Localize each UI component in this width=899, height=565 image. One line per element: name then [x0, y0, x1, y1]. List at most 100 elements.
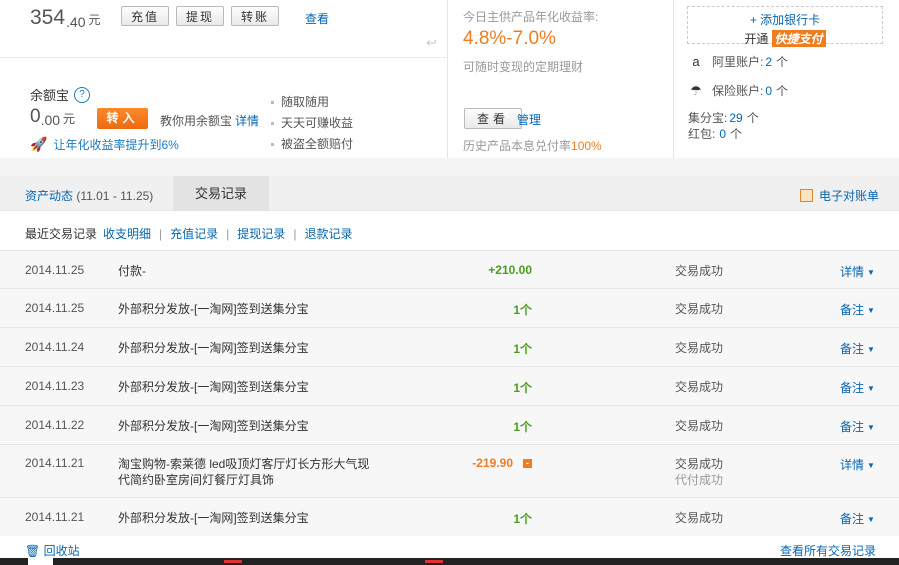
yeb-balance: 0 .00 元: [30, 106, 75, 128]
divider: [0, 57, 447, 58]
row-amount-value: 1个: [513, 512, 532, 526]
yeb-balance-dec: .00: [40, 112, 61, 128]
add-bank-card[interactable]: + 添加银行卡 开通 快捷支付: [687, 6, 883, 47]
row-date: 2014.11.25: [25, 301, 85, 315]
caret-down-icon: ▼: [867, 515, 875, 524]
row-action[interactable]: 备注 ▼: [840, 510, 875, 527]
alipay-unit: 个: [776, 55, 789, 69]
row-status-text: 交易成功: [675, 341, 724, 355]
records-section: 最近交易记录 收支明细 | 充值记录 | 提现记录 | 退款记录 2014.11…: [0, 211, 899, 565]
open-text: 开通: [744, 32, 769, 46]
table-row: 2014.11.24 外部积分发放-[一淘网]签到送集分宝 1个 交易成功 备注 ▼: [0, 327, 899, 366]
row-date: 2014.11.22: [25, 418, 85, 432]
tab-asset-trend-link[interactable]: 资产动态: [25, 189, 73, 203]
tab-asset-trend[interactable]: 资产动态 (11.01 - 11.25): [25, 187, 153, 204]
table-row: 2014.11.25 外部积分发放-[一淘网]签到送集分宝 1个 交易成功 备注 ▼: [0, 288, 899, 327]
alipay-count[interactable]: 2: [765, 55, 772, 69]
insurance-count[interactable]: 0: [765, 84, 772, 98]
row-status: 交易成功 代付成功: [675, 456, 723, 488]
insurance-unit: 个: [776, 84, 789, 98]
ali-icon: a: [692, 54, 700, 69]
jifenbao-count[interactable]: 29: [729, 111, 742, 125]
history-rate-value: 100%: [571, 139, 602, 153]
yeb-detail-link[interactable]: 详情: [235, 114, 259, 128]
subnav-income-expense[interactable]: 收支明细: [103, 225, 151, 242]
yeb-title-text: 余额宝: [30, 88, 70, 103]
caret-down-icon: ▼: [867, 268, 875, 277]
row-status: 交易成功: [675, 418, 723, 434]
yeb-balance-unit: 元: [63, 112, 76, 126]
subnav-refund[interactable]: 退款记录: [304, 225, 352, 242]
yeb-promo-text[interactable]: 让年化收益率提升到6%: [53, 136, 178, 153]
yeb-promo[interactable]: 🚀 让年化收益率提升到6%: [30, 136, 179, 153]
row-status: 交易成功: [675, 301, 723, 317]
e-statement[interactable]: 电子对账单: [799, 187, 879, 204]
yeb-balance-int: 0: [30, 106, 41, 127]
records-subnav: 最近交易记录 收支明细 | 充值记录 | 提现记录 | 退款记录: [25, 225, 352, 242]
row-action[interactable]: 详情 ▼: [840, 456, 875, 473]
row-amount-value: 1个: [513, 381, 532, 395]
account-balance: 354 .40 元: [30, 4, 101, 30]
finance-view-button[interactable]: 查看: [464, 108, 523, 129]
tab-asset-range: (11.01 - 11.25): [73, 189, 154, 203]
row-action[interactable]: 备注 ▼: [840, 301, 875, 318]
table-row: 2014.11.21 外部积分发放-[一淘网]签到送集分宝 1个 交易成功 备注 ▼: [0, 497, 899, 536]
yeb-title: 余额宝 ?: [30, 85, 91, 104]
recycle-bin-label[interactable]: 回收站: [44, 544, 80, 558]
row-name: 外部积分发放-[一淘网]签到送集分宝: [118, 341, 309, 355]
row-amount-value: 1个: [513, 420, 532, 434]
row-date: 2014.11.24: [25, 340, 85, 354]
add-bank-card-link[interactable]: + 添加银行卡: [688, 11, 882, 28]
table-row: 2014.11.23 外部积分发放-[一淘网]签到送集分宝 1个 交易成功 备注 ▼: [0, 366, 899, 405]
subnav-withdraw[interactable]: 提现记录: [237, 225, 285, 242]
row-action-label[interactable]: 备注: [840, 381, 864, 395]
hongbao-count[interactable]: 0: [719, 127, 726, 141]
balance-int: 354: [30, 6, 66, 29]
rate-desc: 可随时变现的定期理财: [463, 60, 584, 74]
row-status-text: 交易成功: [675, 302, 724, 316]
row-name: 外部积分发放-[一淘网]签到送集分宝: [118, 419, 309, 433]
withdraw-button[interactable]: 提现: [176, 6, 225, 26]
caret-down-icon: ▼: [867, 345, 875, 354]
feature-item: 天天可赚收益: [270, 113, 353, 134]
subnav-sep: |: [226, 226, 230, 241]
row-name: 淘宝购物-索莱德 led吸顶灯客厅灯长方形大气现代简约卧室房间灯餐厅灯具饰: [118, 457, 370, 487]
row-action-label[interactable]: 备注: [840, 342, 864, 356]
return-icon[interactable]: ↩: [426, 35, 437, 51]
finance-manage-link[interactable]: 管理: [517, 111, 541, 128]
taskbar-app-icon[interactable]: [425, 560, 443, 563]
row-action[interactable]: 备注 ▼: [840, 379, 875, 396]
recharge-button[interactable]: 充值: [121, 6, 170, 26]
row-amount: 1个: [392, 379, 532, 396]
jifenbao-row: 集分宝: 29 个: [688, 109, 759, 126]
taskbar-start-icon[interactable]: [28, 558, 53, 565]
recycle-bin-link[interactable]: 🗑 回收站: [25, 542, 80, 559]
row-action-label[interactable]: 备注: [840, 420, 864, 434]
row-action[interactable]: 详情 ▼: [840, 263, 875, 280]
row-action-label[interactable]: 详情: [840, 458, 864, 472]
row-action-label[interactable]: 备注: [840, 303, 864, 317]
row-name: 付款-: [118, 264, 146, 278]
caret-down-icon: ▼: [867, 384, 875, 393]
yeb-features: 随取随用 天天可赚收益 被盗全额赔付: [270, 92, 353, 155]
row-amount: 1个: [392, 418, 532, 435]
row-action-label[interactable]: 详情: [840, 265, 864, 279]
row-status: 交易成功: [675, 340, 723, 356]
taskbar-app-icon[interactable]: [224, 560, 242, 563]
row-status-text: 交易成功: [675, 264, 724, 278]
row-name: 外部积分发放-[一淘网]签到送集分宝: [118, 511, 309, 525]
transfer-button[interactable]: 转账: [231, 6, 280, 26]
finance-panel: 今日主供产品年化收益率: 4.8%-7.0% 可随时变现的定期理财 查看 管理 …: [448, 0, 674, 158]
all-records-link[interactable]: 查看所有交易记录: [780, 542, 876, 559]
row-status: 交易成功: [675, 379, 723, 395]
row-amount-value: 1个: [513, 342, 532, 356]
row-action[interactable]: 备注 ▼: [840, 418, 875, 435]
view-balance-link[interactable]: 查看: [305, 10, 329, 27]
row-action[interactable]: 备注 ▼: [840, 340, 875, 357]
e-statement-link[interactable]: 电子对账单: [819, 187, 879, 204]
row-action-label[interactable]: 备注: [840, 512, 864, 526]
tab-transaction-records[interactable]: 交易记录: [173, 176, 269, 211]
help-icon[interactable]: ?: [74, 86, 91, 103]
subnav-recharge[interactable]: 充值记录: [170, 225, 218, 242]
transfer-in-button[interactable]: 转入: [97, 108, 148, 129]
